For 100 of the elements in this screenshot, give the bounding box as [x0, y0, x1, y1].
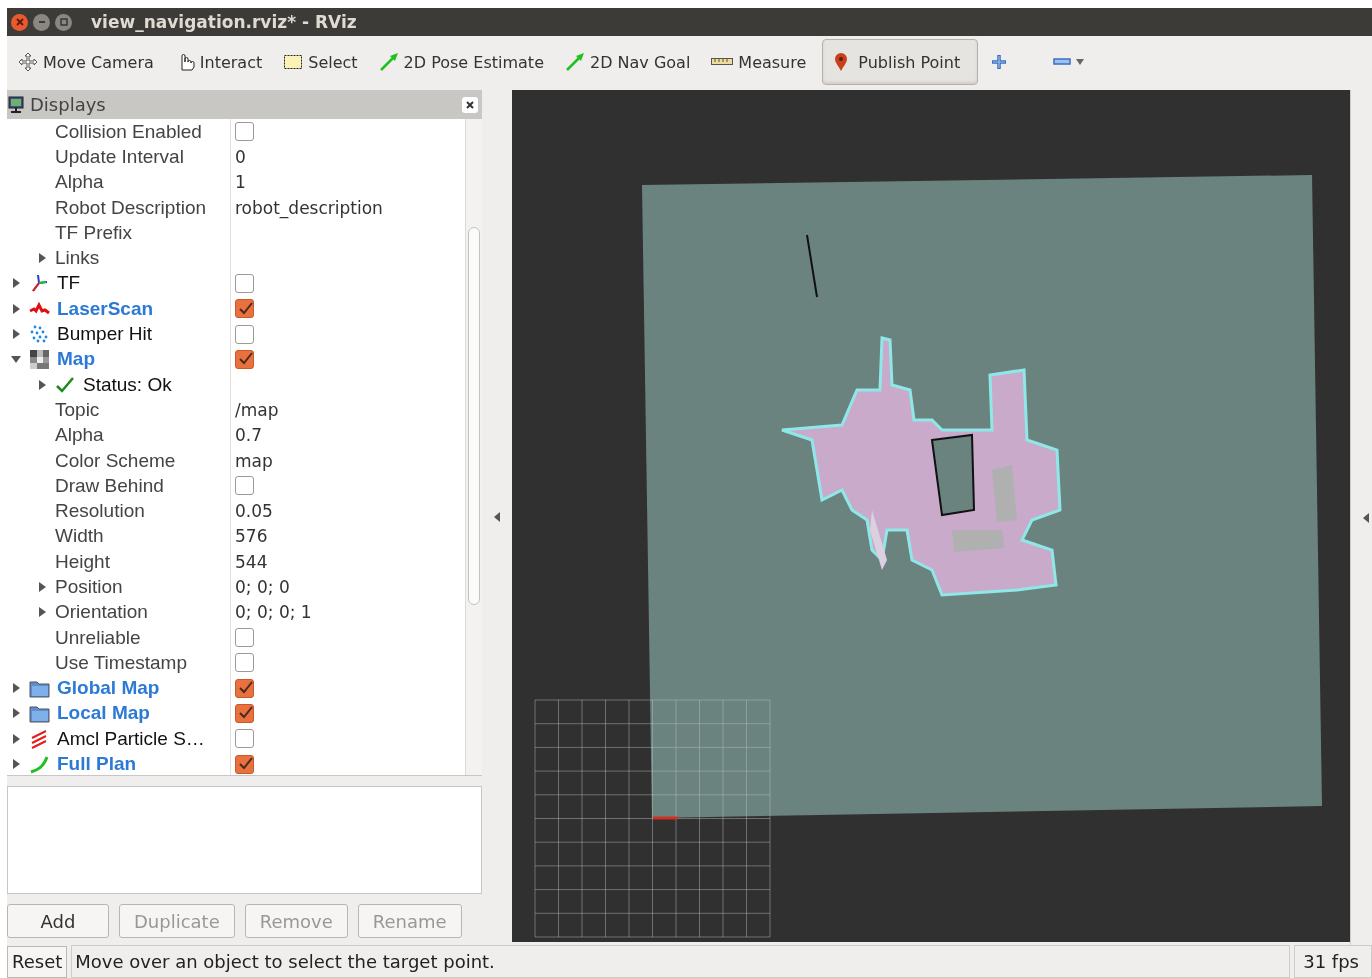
checkbox[interactable]: [235, 754, 254, 774]
monitor-icon: [8, 95, 24, 114]
minimize-button[interactable]: [33, 13, 50, 31]
selection-rect-icon: [283, 52, 304, 72]
expand-arrow-icon[interactable]: [37, 607, 47, 618]
close-button[interactable]: [462, 96, 478, 113]
reset-button[interactable]: Reset: [7, 945, 68, 978]
tree-item-label[interactable]: Status: Ok: [83, 373, 172, 396]
expand-arrow-icon[interactable]: [11, 303, 21, 314]
tree-item-label[interactable]: Links: [55, 247, 100, 270]
tree-item-label[interactable]: Full Plan: [57, 753, 137, 775]
collapse-arrow-icon[interactable]: [493, 511, 501, 522]
window-title: view_navigation.rviz* - RViz: [91, 12, 357, 32]
tree-item-label[interactable]: Bumper Hit: [57, 323, 153, 345]
tree-item-label[interactable]: Robot Description: [55, 196, 207, 219]
tool-button[interactable]: Interact: [169, 39, 274, 85]
tree-item-label[interactable]: Unreliable: [55, 626, 141, 649]
status-message: Move over an object to select the target point.: [71, 945, 1291, 978]
tree-item-label[interactable]: LaserScan: [57, 297, 154, 320]
checkbox[interactable]: [235, 628, 254, 648]
dots-icon: [29, 324, 50, 344]
caret-icon: [1075, 58, 1086, 66]
panel-button[interactable]: Add: [7, 904, 109, 938]
expand-arrow-icon[interactable]: [37, 379, 47, 390]
tree-item-label[interactable]: Color Scheme: [55, 449, 176, 472]
expand-arrow-icon[interactable]: [37, 582, 47, 592]
tree-item-label[interactable]: Collision Enabled: [55, 120, 202, 143]
tool-button[interactable]: Measure: [706, 39, 818, 85]
checkbox[interactable]: [235, 122, 254, 142]
check-icon: [236, 300, 253, 317]
tree-item-label[interactable]: Height: [55, 550, 110, 573]
collapse-arrow-icon[interactable]: [11, 354, 21, 365]
checkbox[interactable]: [235, 653, 254, 673]
tree-item-label[interactable]: Alpha: [55, 424, 104, 447]
axes-icon: [29, 273, 50, 294]
tree-item-label[interactable]: Topic: [55, 398, 100, 421]
property-value[interactable]: /map: [235, 399, 279, 420]
maximize-icon: [58, 17, 69, 27]
path-icon: [29, 754, 50, 775]
tree-item-label[interactable]: Map: [57, 348, 95, 371]
tree-item-label[interactable]: Global Map: [57, 677, 160, 700]
expand-arrow-icon[interactable]: [11, 683, 21, 694]
tree-item-label[interactable]: Alpha: [55, 171, 104, 194]
tree-item-label[interactable]: Width: [55, 525, 104, 548]
tool-button[interactable]: 2D Nav Goal: [559, 39, 702, 85]
property-value[interactable]: 0; 0; 0; 1: [235, 602, 312, 623]
tree-item-label[interactable]: Position: [55, 576, 123, 598]
tool-button[interactable]: 2D Pose Estimate: [373, 39, 555, 85]
minus-icon: [1053, 58, 1072, 66]
checkbox[interactable]: [235, 703, 254, 723]
expand-arrow-icon[interactable]: [11, 329, 21, 339]
property-value[interactable]: 1: [235, 172, 246, 193]
panel-title: Displays: [30, 94, 107, 115]
tree-item-label[interactable]: Amcl Particle S…: [57, 727, 205, 750]
property-value[interactable]: 576: [235, 526, 268, 547]
expand-arrow-icon[interactable]: [11, 708, 21, 719]
checkbox[interactable]: [235, 476, 254, 496]
collapse-arrow-icon[interactable]: [1362, 512, 1370, 523]
folder-icon: [29, 703, 50, 724]
map-grid-icon: [29, 349, 50, 370]
plus-icon: [991, 54, 1008, 70]
expand-arrow-icon[interactable]: [11, 733, 21, 744]
checkbox[interactable]: [235, 678, 254, 698]
property-value[interactable]: 0.7: [235, 425, 263, 446]
close-icon: [14, 17, 25, 27]
maximize-button[interactable]: [55, 13, 72, 31]
tool-button[interactable]: Move Camera: [13, 39, 165, 85]
tree-item-label[interactable]: TF: [57, 272, 81, 295]
line-marker: [806, 234, 818, 298]
tree-item-label[interactable]: Use Timestamp: [55, 651, 187, 674]
expand-arrow-icon[interactable]: [11, 759, 21, 770]
checkbox[interactable]: [235, 729, 254, 749]
property-value[interactable]: 0: [235, 146, 246, 167]
tool-button[interactable]: Publish Point: [822, 39, 979, 85]
checkbox[interactable]: [235, 273, 254, 293]
tree-item-label[interactable]: Resolution: [55, 500, 145, 523]
property-value[interactable]: robot_description: [235, 197, 383, 218]
close-icon: [465, 99, 475, 110]
tool-button[interactable]: Select: [278, 39, 369, 85]
scrollbar[interactable]: [465, 119, 482, 775]
property-value[interactable]: 0; 0; 0: [235, 577, 290, 597]
property-value[interactable]: map: [235, 450, 273, 471]
checkbox[interactable]: [235, 349, 254, 369]
fps-counter: 31 fps: [1294, 945, 1372, 978]
checkbox[interactable]: [235, 324, 254, 344]
property-value[interactable]: 544: [235, 551, 268, 572]
origin-marker: [653, 816, 678, 820]
3d-viewport[interactable]: [512, 90, 1350, 942]
property-value[interactable]: 0.05: [235, 501, 273, 522]
expand-arrow-icon[interactable]: [37, 253, 47, 264]
checkbox[interactable]: [235, 299, 254, 319]
tree-item-label[interactable]: Update Interval: [55, 145, 184, 168]
expand-arrow-icon[interactable]: [11, 278, 21, 289]
arrow-icon: [564, 52, 585, 72]
tree-item-label[interactable]: TF Prefix: [55, 221, 133, 244]
tree-item-label[interactable]: Draw Behind: [55, 474, 164, 497]
tree-item-label[interactable]: Orientation: [55, 601, 148, 624]
folder-icon: [29, 678, 50, 699]
move-icon: [18, 52, 38, 72]
tree-item-label[interactable]: Local Map: [57, 702, 150, 725]
